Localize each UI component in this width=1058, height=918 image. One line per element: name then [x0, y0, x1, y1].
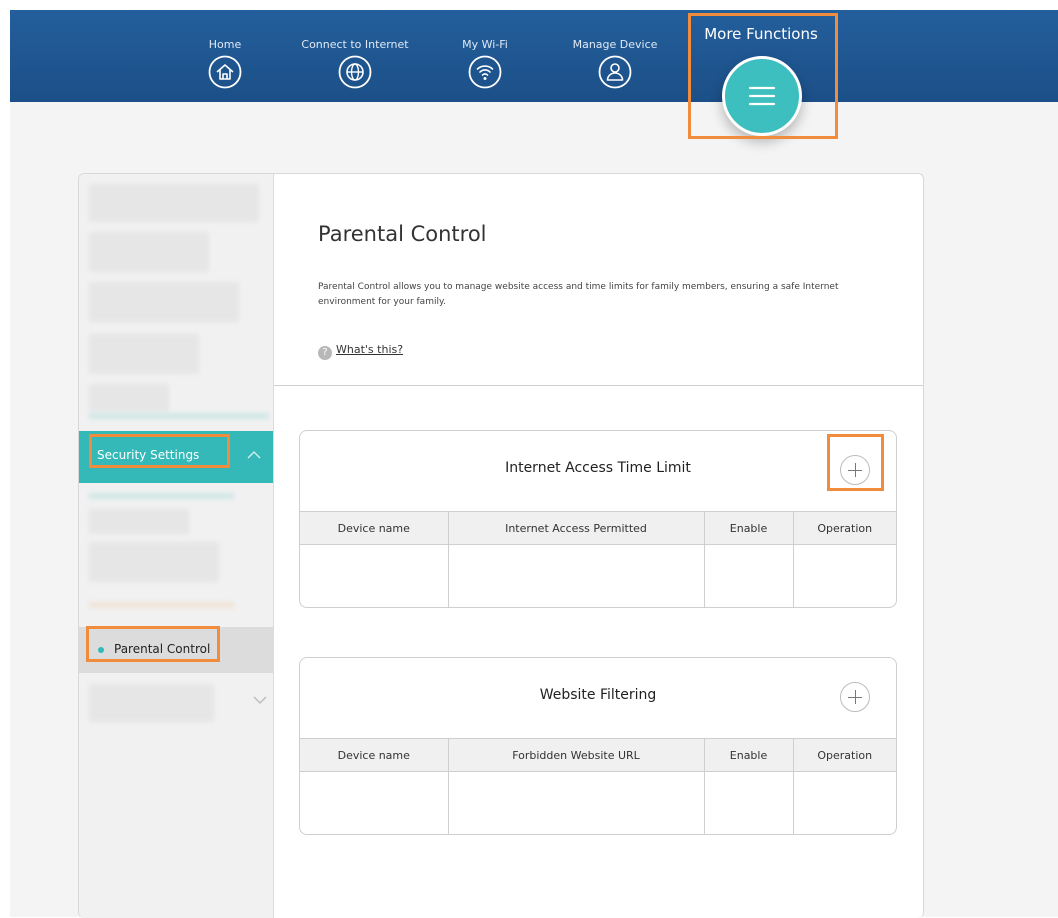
card-header: Website Filtering: [300, 658, 896, 738]
chevron-up-icon: [247, 451, 261, 459]
nav-connect-label: Connect to Internet: [301, 38, 409, 51]
table-cell: [448, 771, 705, 834]
blurred-menu-item: [89, 334, 199, 374]
highlight-parental-control: [86, 626, 220, 662]
table-row: [300, 771, 896, 834]
blurred-menu-item: [89, 493, 234, 499]
column-header: Operation: [793, 511, 896, 545]
nav-my-wifi[interactable]: My Wi-Fi: [420, 10, 550, 89]
page-description: Parental Control allows you to manage we…: [318, 282, 839, 307]
help-link-row[interactable]: ? What's this?: [318, 343, 403, 360]
user-icon: [598, 55, 632, 89]
table-header-row: Device name Internet Access Permitted En…: [300, 511, 896, 545]
table-cell: [448, 544, 705, 607]
nav-wifi-label: My Wi-Fi: [462, 38, 508, 51]
website-filtering-card: Website Filtering Device name Forbidden …: [299, 657, 897, 835]
website-filter-table: Device name Forbidden Website URL Enable…: [300, 738, 896, 834]
add-website-filter-button[interactable]: [840, 682, 870, 712]
table-row: [300, 544, 896, 607]
column-header: Internet Access Permitted: [448, 511, 705, 545]
section-divider: [274, 385, 923, 386]
table-cell: [704, 544, 794, 607]
whats-this-link[interactable]: What's this?: [336, 343, 403, 356]
blurred-menu-item: [89, 282, 239, 322]
column-header: Enable: [704, 511, 794, 545]
nav-manage-label: Manage Device: [572, 38, 658, 51]
page-title: Parental Control: [318, 222, 487, 246]
column-header: Device name: [300, 511, 449, 545]
table-cell: [793, 544, 896, 607]
sidebar: Security Settings Parental Control: [79, 174, 274, 918]
highlight-add-button: [827, 434, 884, 491]
table-cell: [704, 771, 794, 834]
column-header: Operation: [793, 738, 896, 772]
card-title: Website Filtering: [539, 687, 657, 703]
blurred-menu-item: [89, 232, 209, 272]
table-cell: [300, 544, 449, 607]
blurred-menu-item: [89, 684, 214, 722]
help-icon: ?: [318, 346, 332, 360]
highlight-security-settings: [89, 434, 230, 468]
blurred-menu-item: [89, 602, 234, 608]
main-content: Parental Control Parental Control allows…: [274, 174, 923, 918]
blurred-menu-item: [89, 509, 189, 534]
wifi-icon: [468, 55, 502, 89]
settings-panel: Security Settings Parental Control Paren…: [78, 173, 924, 918]
table-header-row: Device name Forbidden Website URL Enable…: [300, 738, 896, 772]
home-icon: [208, 55, 242, 89]
time-limit-table: Device name Internet Access Permitted En…: [300, 511, 896, 607]
blurred-menu-item: [89, 384, 169, 412]
column-header: Forbidden Website URL: [448, 738, 705, 772]
top-nav-bar: Home Connect to Internet My Wi-Fi Manage…: [10, 10, 1058, 136]
card-header: Internet Access Time Limit: [300, 431, 896, 511]
page: Home Connect to Internet My Wi-Fi Manage…: [10, 10, 1058, 918]
nav-home-label: Home: [208, 38, 242, 51]
table-cell: [793, 771, 896, 834]
highlight-more-functions: [688, 13, 838, 139]
internet-access-time-limit-card: Internet Access Time Limit Device name I…: [299, 430, 897, 608]
nav-connect-internet[interactable]: Connect to Internet: [290, 10, 420, 89]
nav-home[interactable]: Home: [160, 10, 290, 89]
blurred-menu-item: [89, 184, 259, 222]
globe-icon: [338, 55, 372, 89]
column-header: Device name: [300, 738, 449, 772]
card-title: Internet Access Time Limit: [505, 460, 691, 476]
table-cell: [300, 771, 449, 834]
nav-manage-device[interactable]: Manage Device: [550, 10, 680, 89]
chevron-down-icon[interactable]: [253, 696, 267, 704]
blurred-menu-item: [89, 413, 269, 419]
column-header: Enable: [704, 738, 794, 772]
blurred-menu-item: [89, 542, 219, 582]
